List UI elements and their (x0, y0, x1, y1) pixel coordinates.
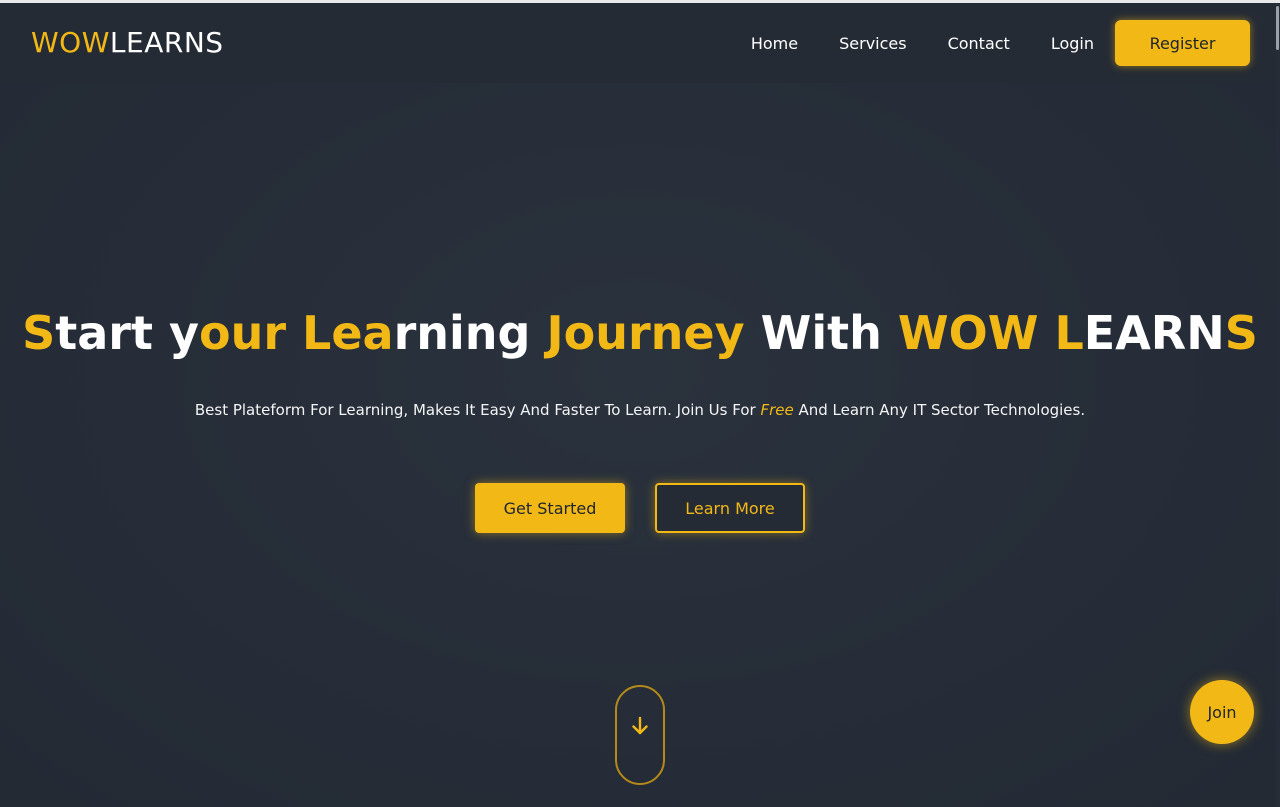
get-started-button[interactable]: Get Started (475, 483, 625, 533)
nav-home-link[interactable]: Home (751, 34, 798, 53)
hero-subtitle: Best Plateform For Learning, Makes It Ea… (0, 400, 1280, 420)
arrow-down-icon (632, 716, 648, 735)
scroll-down-button[interactable] (615, 685, 665, 785)
subtitle-text-after: And Learn Any IT Sector Technologies. (793, 401, 1086, 419)
subtitle-text-before: Best Plateform For Learning, Makes It Ea… (194, 401, 761, 419)
headline-segment: our Lea (198, 306, 394, 360)
headline-segment: tart y (55, 306, 199, 360)
hero-cta-group: Get Started Learn More (475, 483, 805, 533)
register-button[interactable]: Register (1115, 20, 1250, 66)
subtitle-free-highlight: Free (760, 401, 794, 419)
headline-segment: Journey (546, 306, 745, 360)
nav-contact-link[interactable]: Contact (948, 34, 1010, 53)
hero-headline: Start your Learning Journey With WOW LEA… (0, 306, 1280, 360)
page-scrollbar[interactable] (1276, 6, 1279, 50)
headline-segment: EARN (1083, 306, 1225, 360)
nav-services-link[interactable]: Services (839, 34, 906, 53)
main-nav: Home Services Contact Login Register (751, 20, 1250, 66)
logo-part-learns: LEARNS (109, 26, 224, 59)
headline-segment: rning (393, 306, 547, 360)
nav-login-link[interactable]: Login (1051, 34, 1094, 53)
learn-more-button[interactable]: Learn More (655, 483, 805, 533)
headline-segment: With (744, 306, 898, 360)
logo-part-wow: WOW (31, 26, 110, 59)
headline-segment: S (22, 306, 56, 360)
join-floating-button[interactable]: Join (1190, 680, 1254, 744)
site-logo[interactable]: WOWLEARNS (31, 27, 224, 59)
site-header: WOWLEARNS Home Services Contact Login Re… (0, 3, 1276, 83)
headline-segment: WOW L (897, 306, 1084, 360)
headline-segment: S (1224, 306, 1258, 360)
